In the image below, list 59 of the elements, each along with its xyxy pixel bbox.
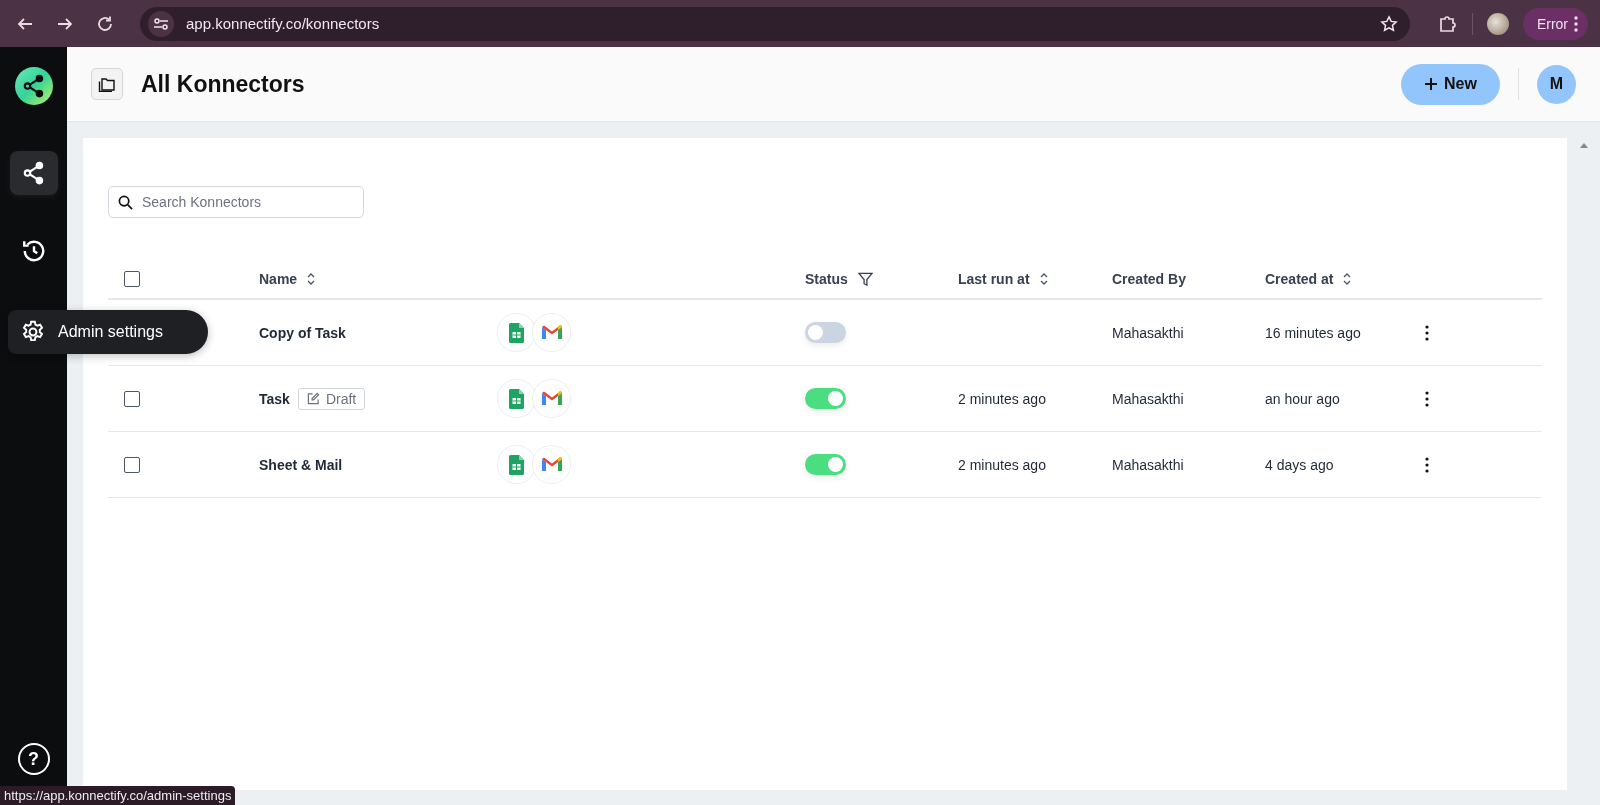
profile-error-button[interactable]: Error [1522, 7, 1588, 40]
sheets-icon [509, 322, 524, 343]
column-header: Created at [1265, 271, 1334, 287]
page-title: All Konnectors [141, 70, 306, 98]
row-checkbox[interactable] [124, 390, 140, 407]
column-header: Name [259, 271, 298, 287]
row-checkbox[interactable] [124, 456, 140, 473]
mail-icon [541, 457, 562, 472]
status-toggle[interactable] [805, 454, 846, 475]
folder-icon [98, 76, 116, 92]
plus-icon [1424, 77, 1439, 91]
more-button[interactable] [1425, 390, 1429, 407]
draft-badge: Draft [297, 387, 366, 410]
created-time: an hour ago [1265, 390, 1340, 407]
konnector-name[interactable]: Sheet & Mail [259, 456, 343, 473]
creator-name: Mahasakthi [1112, 390, 1184, 407]
status-toggle[interactable] [805, 388, 846, 409]
sort-icon[interactable] [1039, 273, 1048, 285]
status-toggle[interactable] [805, 322, 846, 343]
site-settings-icon[interactable] [148, 10, 174, 37]
folder-button[interactable] [91, 68, 123, 100]
more-button[interactable] [1425, 456, 1429, 473]
profile-avatar[interactable] [1486, 12, 1509, 35]
created-time: 16 minutes ago [1265, 324, 1361, 341]
column-header: Created By [1112, 271, 1186, 287]
sheets-icon [509, 388, 524, 409]
admin-settings-tooltip[interactable]: Admin settings [8, 310, 208, 354]
tooltip-label: Admin settings [58, 323, 163, 341]
sort-icon[interactable] [1343, 273, 1352, 285]
user-avatar[interactable]: M [1537, 64, 1576, 104]
sidebar-item[interactable] [9, 151, 58, 195]
creator-name: Mahasakthi [1112, 456, 1184, 473]
sort-icon[interactable] [307, 273, 316, 285]
filter-icon[interactable] [857, 271, 873, 287]
created-time: 4 days ago [1265, 456, 1334, 473]
sheets-icon [509, 454, 524, 475]
new-button[interactable]: New [1401, 63, 1500, 105]
last-run-time: 2 minutes ago [958, 390, 1046, 407]
scroll-up-icon[interactable] [1579, 142, 1588, 148]
puzzle-icon[interactable] [1437, 13, 1458, 34]
more-button[interactable] [1425, 324, 1429, 341]
select-all-checkbox[interactable] [124, 271, 140, 287]
mail-icon [541, 325, 562, 340]
column-header: Status [805, 271, 848, 287]
konnector-name[interactable]: Copy of Task [259, 324, 346, 341]
edit-icon [306, 392, 320, 405]
app-logo[interactable] [14, 67, 53, 105]
column-header: Last run at [958, 271, 1030, 287]
star-icon[interactable] [1379, 14, 1398, 33]
search-field[interactable]: Search Konnectors [108, 186, 364, 218]
history-icon [20, 238, 47, 264]
help-button[interactable]: ? [17, 743, 50, 775]
status-bar-url: https://app.konnectify.co/admin-settings [0, 786, 236, 805]
creator-name: Mahasakthi [1112, 324, 1184, 341]
konnector-name[interactable]: Task [259, 390, 290, 407]
search-icon [118, 195, 133, 210]
more-icon[interactable] [1574, 15, 1578, 32]
last-run-time: 2 minutes ago [958, 456, 1046, 473]
mail-icon [541, 391, 562, 406]
